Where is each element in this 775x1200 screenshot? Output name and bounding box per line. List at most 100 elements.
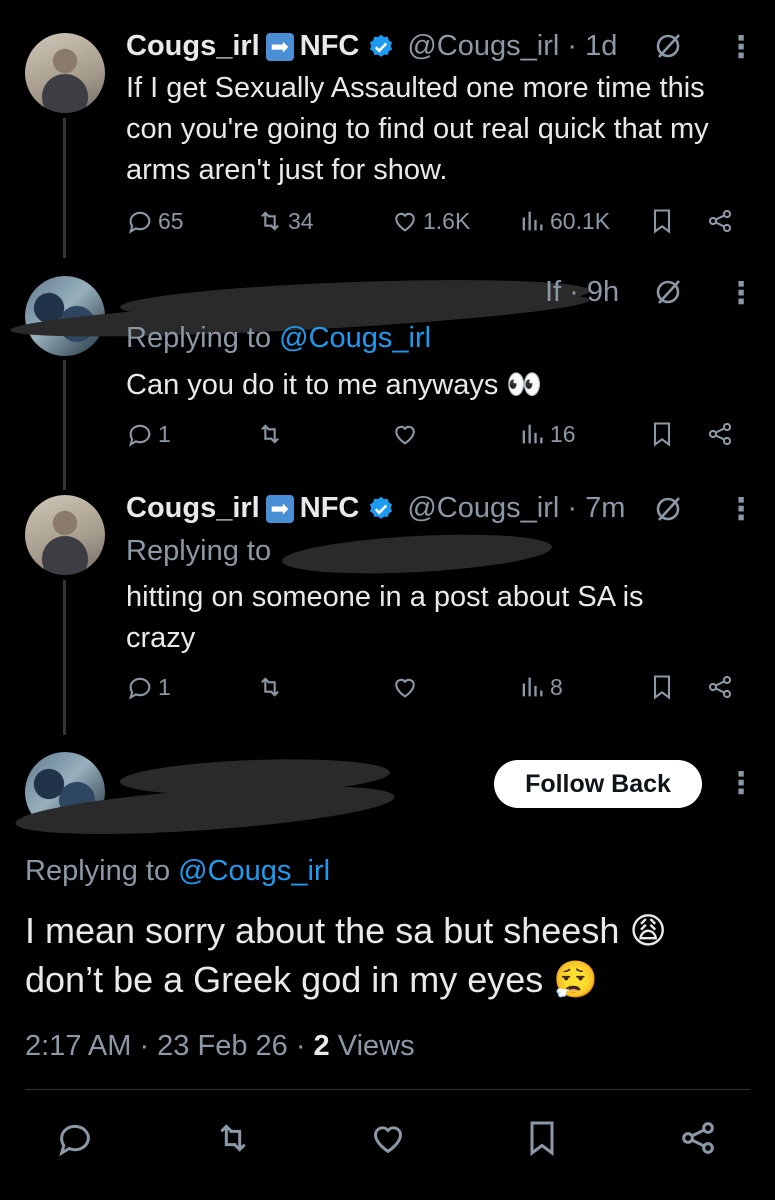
repost-count: 34	[288, 207, 314, 234]
reply-icon	[128, 424, 151, 447]
avatar[interactable]	[25, 495, 105, 575]
repost-icon	[220, 1124, 246, 1152]
replying-label: Replying to	[126, 535, 272, 567]
bookmark-icon	[653, 422, 671, 447]
like-button[interactable]	[391, 673, 419, 701]
repost-button[interactable]	[213, 1118, 253, 1158]
tweet-text: Can you do it to me anyways 👀	[126, 364, 543, 406]
views-button[interactable]: 60.1K	[518, 207, 610, 235]
display-name[interactable]: Cougs_irl	[126, 30, 260, 63]
repost-button[interactable]	[256, 420, 284, 448]
views-button[interactable]: 16	[518, 420, 576, 448]
more-options-icon[interactable]: ⋮	[726, 30, 756, 65]
views-icon	[522, 424, 543, 444]
reply-button[interactable]: 1	[126, 673, 171, 701]
share-icon	[682, 1122, 714, 1154]
display-name-tag[interactable]: NFC	[300, 30, 360, 63]
reply-icon	[128, 677, 151, 700]
bookmark-button[interactable]	[648, 420, 676, 448]
thread-line	[63, 118, 66, 258]
tweet-text-content: Can you do it to me anyways	[126, 369, 499, 401]
more-options-icon[interactable]: ⋮	[726, 276, 756, 311]
more-options-icon[interactable]: ⋮	[726, 492, 756, 527]
handle-and-time[interactable]: @Cougs_irl · 7m	[407, 492, 625, 525]
main-tweet-line: I mean sorry about the sa but sheesh 😩	[25, 907, 745, 956]
share-icon	[708, 675, 732, 699]
reply-button[interactable]	[55, 1118, 95, 1158]
share-icon	[708, 209, 732, 233]
share-button[interactable]	[706, 420, 734, 448]
views-count: 2	[313, 1030, 330, 1062]
replying-to: Replying to	[126, 535, 271, 568]
eyes-emoji: 👀	[506, 367, 543, 401]
arrow-icon: ➡	[265, 32, 294, 61]
handle-and-time[interactable]: If · 9h	[545, 276, 619, 309]
bookmark-icon	[653, 675, 671, 700]
repost-icon	[261, 211, 279, 231]
display-name-tag[interactable]: NFC	[300, 492, 360, 525]
reply-icon	[59, 1124, 90, 1157]
tweet-text: hitting on someone in a post about SA is…	[126, 581, 644, 654]
bookmark-button[interactable]	[522, 1118, 562, 1158]
share-button[interactable]	[678, 1118, 718, 1158]
main-tweet-text: I mean sorry about the sa but sheesh 😩 d…	[25, 907, 745, 1005]
handle-and-time[interactable]: @Cougs_irl · 1d	[407, 30, 617, 63]
views-button[interactable]: 8	[518, 673, 563, 701]
display-name[interactable]: Cougs_irl	[126, 492, 260, 525]
tweet-metadata: 2:17 AM · 23 Feb 26 · 2 Views	[25, 1030, 415, 1063]
share-button[interactable]	[706, 207, 734, 235]
tweet-actions: 1 8	[126, 673, 746, 709]
heart-icon	[373, 1126, 403, 1154]
main-tweet-line: don’t be a Greek god in my eyes 😮‍💨	[25, 956, 745, 1005]
verified-badge-icon	[370, 496, 393, 519]
like-button[interactable]	[391, 420, 419, 448]
tweet-header: Cougs_irl ➡ NFC @Cougs_irl · 1d	[126, 30, 617, 63]
arrow-icon: ➡	[265, 494, 294, 523]
reply-count: 1	[158, 420, 171, 447]
grok-icon[interactable]	[653, 277, 683, 307]
replying-label: Replying to	[25, 855, 171, 887]
main-tweet-line-text: don’t be a Greek god in my eyes	[25, 959, 544, 1000]
repost-button[interactable]: 34	[256, 207, 314, 235]
tweet-header: Cougs_irl ➡ NFC @Cougs_irl · 7m	[126, 492, 625, 525]
avatar[interactable]	[25, 33, 105, 113]
more-options-icon[interactable]: ⋮	[726, 766, 756, 801]
reply-count: 1	[158, 673, 171, 700]
weary-face-emoji: 😩	[629, 911, 667, 952]
tweet-text: If I get Sexually Assaulted one more tim…	[126, 72, 709, 186]
bookmark-button[interactable]	[648, 673, 676, 701]
verified-badge-icon	[370, 34, 393, 57]
reply-button[interactable]: 1	[126, 420, 171, 448]
grok-icon[interactable]	[653, 31, 683, 61]
repost-icon	[261, 424, 279, 444]
main-tweet-line-text: I mean sorry about the sa but sheesh	[25, 910, 620, 951]
reply-count: 65	[158, 207, 184, 234]
divider	[25, 1089, 750, 1090]
views-count: 16	[550, 420, 576, 447]
share-button[interactable]	[706, 673, 734, 701]
replying-label: Replying to	[126, 322, 272, 354]
thread-line	[63, 360, 66, 490]
bookmark-button[interactable]	[648, 207, 676, 235]
views-label: Views	[329, 1030, 415, 1062]
thread-line	[63, 580, 66, 735]
views-count: 60.1K	[550, 207, 611, 234]
replying-to: Replying to @Cougs_irl	[126, 322, 431, 355]
follow-back-button[interactable]: Follow Back	[494, 760, 702, 808]
timestamp[interactable]: 2:17 AM · 23 Feb 26 ·	[25, 1030, 314, 1062]
like-button[interactable]: 1.6K	[391, 207, 470, 235]
share-icon	[708, 422, 732, 446]
views-icon	[522, 211, 543, 231]
tweet-actions: 65 34 1.6K 60.1K	[126, 207, 746, 243]
reply-icon	[128, 211, 151, 234]
heart-icon	[395, 212, 415, 232]
reply-button[interactable]: 65	[126, 207, 184, 235]
views-count: 8	[550, 673, 563, 700]
like-count: 1.6K	[423, 207, 471, 234]
replying-to-handle[interactable]: @Cougs_irl	[178, 855, 330, 887]
grok-icon[interactable]	[653, 494, 683, 524]
like-button[interactable]	[368, 1118, 408, 1158]
redaction-mark	[281, 528, 553, 580]
replying-to-handle[interactable]: @Cougs_irl	[279, 322, 431, 354]
repost-button[interactable]	[256, 673, 284, 701]
